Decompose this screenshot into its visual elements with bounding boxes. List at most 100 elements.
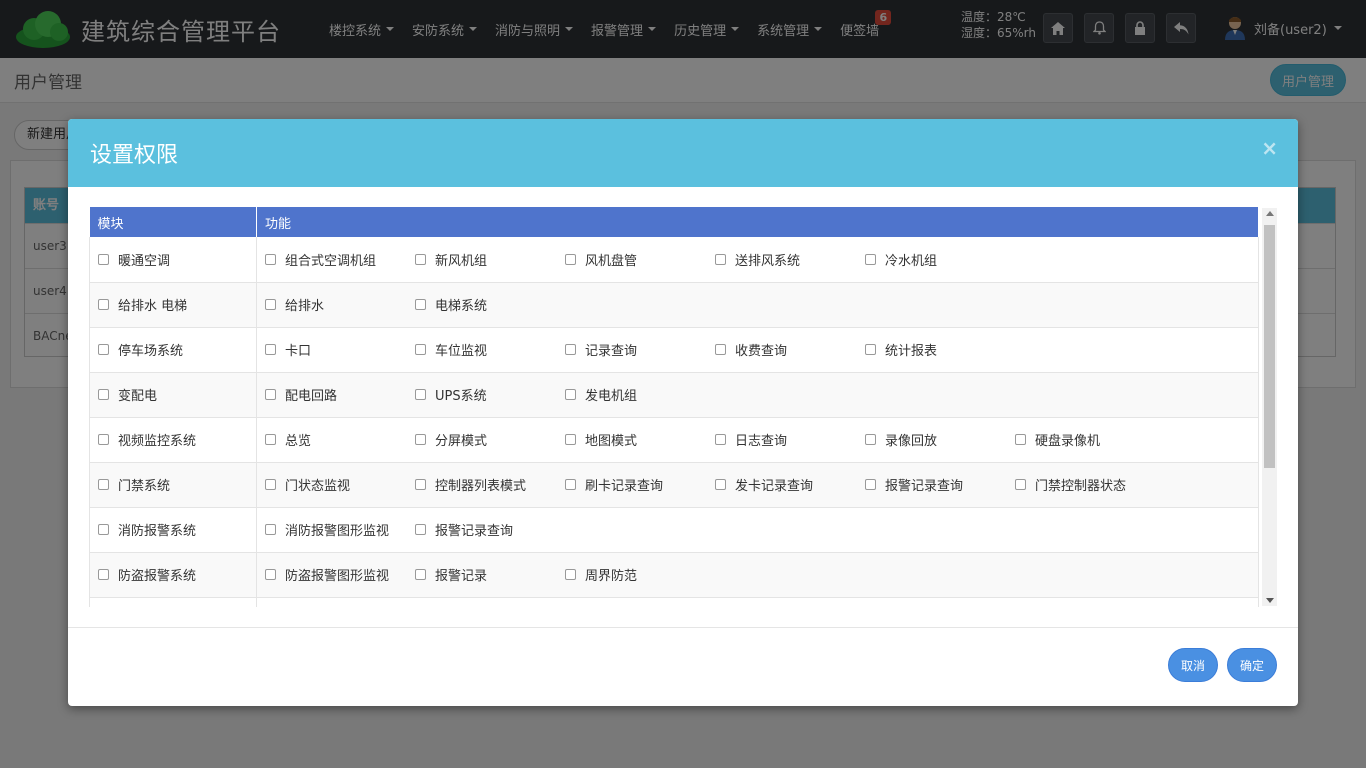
checkbox-icon[interactable] xyxy=(715,253,726,265)
checkbox-icon[interactable] xyxy=(565,569,576,580)
table-row: 门禁系统 门状态监视 控制器列表模式 刷卡记录查询 发卡记录查询 报警记录查询 门禁控制器状… xyxy=(89,462,1259,508)
checkbox-icon[interactable] xyxy=(98,344,109,355)
checkbox-icon[interactable] xyxy=(415,299,426,310)
function-checkbox[interactable]: 记录查询 xyxy=(565,340,715,359)
module-label: 消防报警系统 xyxy=(118,524,197,539)
function-checkbox[interactable]: 发电机组 xyxy=(565,385,715,404)
function-label: 收费查询 xyxy=(735,344,788,359)
function-checkbox[interactable]: 配电回路 xyxy=(265,385,415,404)
checkbox-icon[interactable] xyxy=(715,479,726,490)
checkbox-icon[interactable] xyxy=(565,434,576,445)
checkbox-icon[interactable] xyxy=(98,253,109,265)
function-checkbox[interactable]: 卡口 xyxy=(265,340,415,359)
function-checkbox[interactable]: 报警记录查询 xyxy=(415,520,565,539)
function-checkbox[interactable]: 统计报表 xyxy=(865,340,1015,359)
function-checkbox[interactable]: 硬盘录像机 xyxy=(1015,430,1165,449)
checkbox-icon[interactable] xyxy=(415,389,426,400)
function-checkbox[interactable]: 收费查询 xyxy=(715,340,865,359)
function-checkbox[interactable]: 报警记录查询 xyxy=(865,475,1015,494)
function-checkbox[interactable]: 车位监视 xyxy=(415,340,565,359)
confirm-button[interactable]: 确定 xyxy=(1227,648,1277,682)
function-checkbox[interactable]: 刷卡记录查询 xyxy=(565,475,715,494)
function-checkbox[interactable]: 总览 xyxy=(265,430,415,449)
checkbox-icon[interactable] xyxy=(865,253,876,265)
checkbox-icon[interactable] xyxy=(865,479,876,490)
function-checkbox[interactable]: 分屏模式 xyxy=(415,430,565,449)
module-checkbox[interactable]: 防盗报警系统 xyxy=(98,565,196,584)
function-checkbox[interactable]: 新风机组 xyxy=(415,250,565,269)
checkbox-icon[interactable] xyxy=(265,389,276,400)
module-checkbox[interactable]: 停车场系统 xyxy=(98,340,183,359)
checkbox-icon[interactable] xyxy=(265,344,276,355)
checkbox-icon[interactable] xyxy=(98,389,109,400)
function-checkbox[interactable]: UPS系统 xyxy=(415,385,565,404)
scroll-thumb[interactable] xyxy=(1264,225,1275,468)
function-checkbox[interactable]: 录像回放 xyxy=(865,430,1015,449)
checkbox-icon[interactable] xyxy=(415,569,426,580)
module-checkbox[interactable]: 消防报警系统 xyxy=(98,520,196,539)
vertical-scrollbar[interactable] xyxy=(1262,208,1277,606)
checkbox-icon[interactable] xyxy=(98,479,109,490)
function-cell: 卡口 车位监视 记录查询 收费查询 统计报表 xyxy=(256,327,1259,373)
function-checkbox[interactable]: 控制器列表模式 xyxy=(415,475,565,494)
function-checkbox[interactable]: 风机盘管 xyxy=(565,250,715,269)
function-label: 地图模式 xyxy=(585,434,638,449)
module-cell xyxy=(89,597,257,607)
module-cell: 给排水 电梯 xyxy=(89,282,257,328)
function-checkbox[interactable]: 发卡记录查询 xyxy=(715,475,865,494)
checkbox-icon[interactable] xyxy=(98,569,109,580)
function-cell: 门状态监视 控制器列表模式 刷卡记录查询 发卡记录查询 报警记录查询 门禁控制器状态 xyxy=(256,462,1259,508)
function-checkbox[interactable]: 报警记录 xyxy=(415,565,565,584)
function-checkbox[interactable]: 门禁控制器状态 xyxy=(1015,475,1165,494)
function-label: 给排水 xyxy=(285,299,325,314)
function-label: 新风机组 xyxy=(435,253,488,269)
checkbox-icon[interactable] xyxy=(565,253,576,265)
function-checkbox[interactable]: 周界防范 xyxy=(565,565,715,584)
checkbox-icon[interactable] xyxy=(565,389,576,400)
function-checkbox[interactable]: 消防报警图形监视 xyxy=(265,520,415,539)
function-cell: 总览 分屏模式 地图模式 日志查询 录像回放 硬盘录像机 xyxy=(256,417,1259,463)
checkbox-icon[interactable] xyxy=(415,524,426,535)
function-checkbox[interactable]: 送排风系统 xyxy=(715,250,865,269)
checkbox-icon[interactable] xyxy=(98,524,109,535)
checkbox-icon[interactable] xyxy=(1015,479,1026,490)
checkbox-icon[interactable] xyxy=(565,344,576,355)
function-checkbox[interactable]: 冷水机组 xyxy=(865,250,1015,269)
module-checkbox[interactable]: 门禁系统 xyxy=(98,475,170,494)
checkbox-icon[interactable] xyxy=(98,434,109,445)
checkbox-icon[interactable] xyxy=(415,344,426,355)
function-checkbox[interactable]: 组合式空调机组 xyxy=(265,250,415,269)
checkbox-icon[interactable] xyxy=(265,253,276,265)
function-checkbox[interactable]: 防盗报警图形监视 xyxy=(265,565,415,584)
module-checkbox[interactable]: 给排水 电梯 xyxy=(98,295,187,314)
scroll-down-arrow-icon[interactable] xyxy=(1266,598,1274,603)
checkbox-icon[interactable] xyxy=(98,299,109,310)
checkbox-icon[interactable] xyxy=(715,344,726,355)
function-checkbox[interactable]: 给排水 xyxy=(265,295,415,314)
checkbox-icon[interactable] xyxy=(415,479,426,490)
checkbox-icon[interactable] xyxy=(265,299,276,310)
scroll-up-arrow-icon[interactable] xyxy=(1266,211,1274,216)
checkbox-icon[interactable] xyxy=(865,344,876,355)
cancel-button[interactable]: 取消 xyxy=(1168,648,1218,682)
checkbox-icon[interactable] xyxy=(715,434,726,445)
function-checkbox[interactable]: 电梯系统 xyxy=(415,295,565,314)
module-checkbox[interactable]: 暖通空调 xyxy=(98,250,170,269)
checkbox-icon[interactable] xyxy=(265,569,276,580)
checkbox-icon[interactable] xyxy=(265,434,276,445)
function-checkbox[interactable]: 日志查询 xyxy=(715,430,865,449)
checkbox-icon[interactable] xyxy=(565,479,576,490)
checkbox-icon[interactable] xyxy=(1015,434,1026,445)
checkbox-icon[interactable] xyxy=(265,479,276,490)
close-icon[interactable]: × xyxy=(1261,136,1278,160)
checkbox-icon[interactable] xyxy=(865,434,876,445)
function-checkbox[interactable]: 地图模式 xyxy=(565,430,715,449)
table-row: 视频监控系统 总览 分屏模式 地图模式 日志查询 录像回放 硬盘录像机 xyxy=(89,417,1259,463)
checkbox-icon[interactable] xyxy=(415,434,426,445)
module-checkbox[interactable]: 视频监控系统 xyxy=(98,430,196,449)
function-label: 电梯系统 xyxy=(435,299,488,314)
checkbox-icon[interactable] xyxy=(415,253,426,265)
function-checkbox[interactable]: 门状态监视 xyxy=(265,475,415,494)
checkbox-icon[interactable] xyxy=(265,524,276,535)
module-checkbox[interactable]: 变配电 xyxy=(98,385,157,404)
